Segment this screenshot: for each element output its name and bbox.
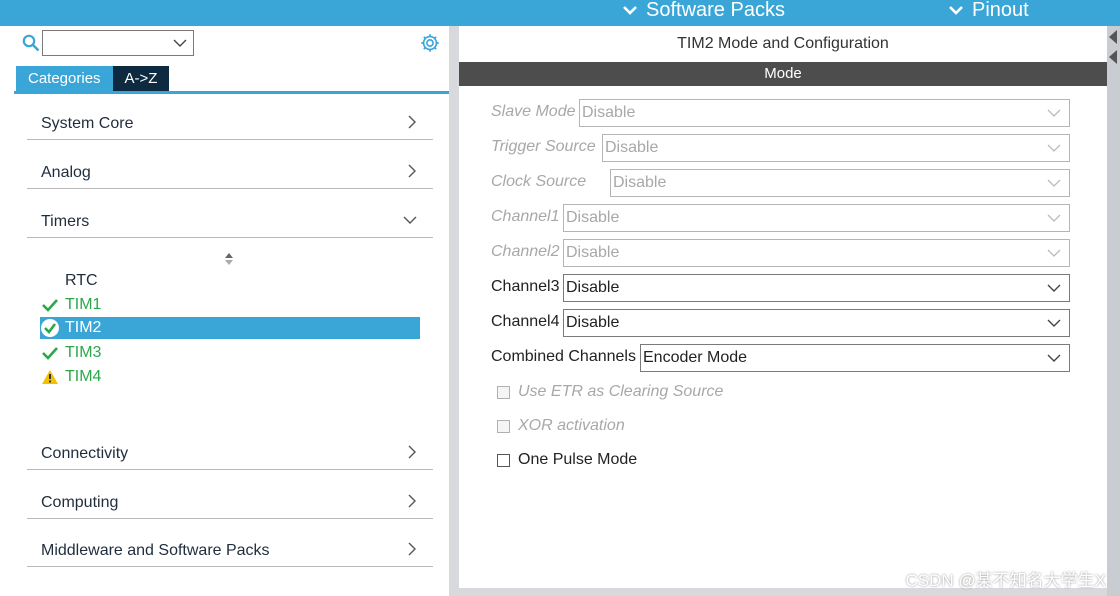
field-label: Channel1 bbox=[491, 208, 560, 225]
checkbox-use-etr[interactable]: Use ETR as Clearing Source bbox=[497, 381, 723, 403]
field-label: Slave Mode bbox=[491, 103, 576, 120]
search-combobox[interactable] bbox=[42, 30, 194, 56]
field-label: Channel4 bbox=[491, 313, 560, 330]
chevron-right-icon bbox=[408, 445, 416, 459]
checkbox-box[interactable] bbox=[497, 419, 510, 433]
timer-item-tim2[interactable]: TIM2 bbox=[40, 317, 420, 339]
chevron-down-icon bbox=[1047, 284, 1061, 292]
pinout-menu[interactable]: Pinout bbox=[948, 0, 1029, 23]
timer-label: TIM2 bbox=[65, 319, 102, 336]
channel1-select[interactable]: Disable bbox=[563, 204, 1070, 232]
checkbox-one-pulse-mode[interactable]: One Pulse Mode bbox=[497, 449, 637, 471]
checkbox-xor-activation[interactable]: XOR activation bbox=[497, 415, 625, 437]
search-icon[interactable] bbox=[22, 34, 40, 52]
timer-item-tim3[interactable]: TIM3 bbox=[40, 342, 101, 364]
gear-icon[interactable] bbox=[419, 32, 441, 54]
chevron-down-icon bbox=[1047, 354, 1061, 362]
checkbox-label: One Pulse Mode bbox=[518, 451, 638, 468]
category-label: Timers bbox=[41, 213, 90, 230]
top-menu-bar: Software Packs Pinout bbox=[0, 0, 1120, 26]
chevron-down-icon bbox=[1047, 144, 1061, 152]
category-tabs: Categories A->Z bbox=[16, 66, 170, 91]
tab-a-to-z[interactable]: A->Z bbox=[112, 66, 170, 91]
timer-label: RTC bbox=[65, 272, 98, 289]
field-label: Trigger Source bbox=[491, 138, 596, 155]
chevron-down-icon bbox=[1047, 319, 1061, 327]
field-label: Channel2 bbox=[491, 243, 560, 260]
category-label: System Core bbox=[41, 115, 134, 132]
category-analog[interactable]: Analog bbox=[27, 155, 433, 189]
chevron-right-icon bbox=[408, 494, 416, 508]
checkbox-box[interactable] bbox=[497, 453, 510, 467]
chevron-down-icon bbox=[1047, 109, 1061, 117]
panel-title: TIM2 Mode and Configuration bbox=[677, 35, 889, 52]
software-packs-menu[interactable]: Software Packs bbox=[622, 0, 785, 23]
select-value: Disable bbox=[566, 244, 620, 261]
chevron-down-icon bbox=[173, 39, 187, 47]
category-label: Connectivity bbox=[41, 445, 129, 462]
channel3-select[interactable]: Disable bbox=[563, 274, 1070, 302]
category-timers[interactable]: Timers bbox=[27, 204, 433, 238]
mode-configuration-panel: TIM2 Mode and Configuration Mode Slave M… bbox=[459, 26, 1107, 588]
check-icon bbox=[40, 296, 60, 314]
chevron-down-icon bbox=[949, 6, 963, 15]
select-value: Disable bbox=[566, 314, 620, 331]
chevron-down-icon bbox=[623, 6, 637, 15]
tab-categories[interactable]: Categories bbox=[16, 66, 113, 91]
checkbox-box[interactable] bbox=[497, 385, 510, 399]
category-computing[interactable]: Computing bbox=[27, 485, 433, 519]
timer-item-rtc[interactable]: RTC bbox=[40, 270, 98, 292]
sort-icon[interactable] bbox=[224, 252, 234, 266]
collapse-arrow-icon[interactable] bbox=[1109, 50, 1117, 64]
chevron-down-icon bbox=[403, 216, 417, 224]
channel2-select[interactable]: Disable bbox=[563, 239, 1070, 267]
select-value: Disable bbox=[605, 139, 659, 156]
timer-label: TIM3 bbox=[65, 344, 102, 361]
timer-item-tim4[interactable]: TIM4 bbox=[40, 366, 101, 388]
category-label: Analog bbox=[41, 164, 91, 181]
software-packs-label: Software Packs bbox=[646, 0, 785, 21]
chevron-down-icon bbox=[1047, 249, 1061, 257]
tab-underline bbox=[14, 91, 449, 94]
pinout-label: Pinout bbox=[972, 0, 1029, 21]
watermark: CSDN @某不知名大学生X bbox=[905, 571, 1107, 590]
category-label: Computing bbox=[41, 494, 119, 511]
chevron-right-icon bbox=[408, 164, 416, 178]
panel-splitter[interactable] bbox=[449, 26, 459, 596]
chevron-down-icon bbox=[1047, 179, 1061, 187]
timer-label: TIM1 bbox=[65, 296, 102, 313]
category-system-core[interactable]: System Core bbox=[27, 106, 433, 140]
field-label: Combined Channels bbox=[491, 348, 636, 365]
timer-label: TIM4 bbox=[65, 368, 102, 385]
clock-source-select[interactable]: Disable bbox=[610, 169, 1070, 197]
category-label: Middleware and Software Packs bbox=[41, 542, 270, 559]
field-label: Channel3 bbox=[491, 278, 560, 295]
check-icon bbox=[40, 344, 60, 362]
blank-icon bbox=[40, 272, 60, 290]
slave-mode-select[interactable]: Disable bbox=[579, 99, 1070, 127]
trigger-source-select[interactable]: Disable bbox=[602, 134, 1070, 162]
collapse-arrow-icon[interactable] bbox=[1109, 30, 1117, 44]
warning-icon bbox=[40, 368, 60, 386]
side-collapse-bar[interactable] bbox=[1107, 26, 1120, 596]
check-circle-icon bbox=[40, 319, 60, 337]
select-value: Disable bbox=[582, 104, 636, 121]
select-value: Encoder Mode bbox=[643, 349, 748, 366]
checkbox-label: XOR activation bbox=[518, 417, 625, 434]
combined-channels-select[interactable]: Encoder Mode bbox=[640, 344, 1070, 372]
channel4-select[interactable]: Disable bbox=[563, 309, 1070, 337]
mode-section-header[interactable]: Mode bbox=[459, 62, 1107, 86]
category-middleware[interactable]: Middleware and Software Packs bbox=[27, 533, 433, 567]
timer-item-tim1[interactable]: TIM1 bbox=[40, 294, 101, 316]
chevron-right-icon bbox=[408, 115, 416, 129]
chevron-down-icon bbox=[1047, 214, 1061, 222]
chevron-right-icon bbox=[408, 542, 416, 556]
select-value: Disable bbox=[566, 209, 620, 226]
select-value: Disable bbox=[566, 279, 620, 296]
field-label: Clock Source bbox=[491, 173, 587, 190]
categories-panel: Categories A->Z System Core Analog Timer… bbox=[0, 26, 449, 596]
select-value: Disable bbox=[613, 174, 667, 191]
category-connectivity[interactable]: Connectivity bbox=[27, 436, 433, 470]
checkbox-label: Use ETR as Clearing Source bbox=[518, 383, 724, 400]
